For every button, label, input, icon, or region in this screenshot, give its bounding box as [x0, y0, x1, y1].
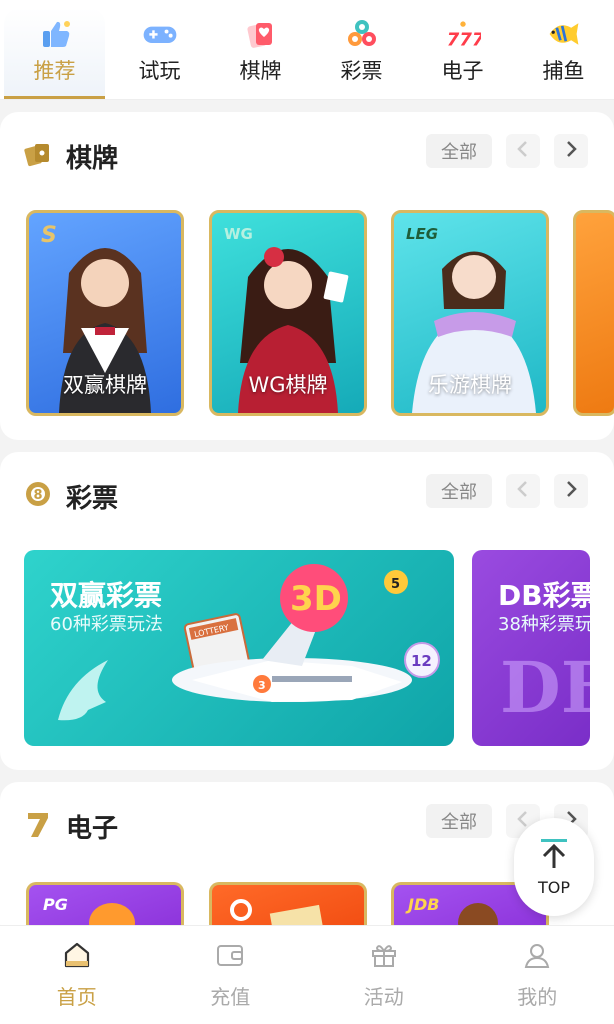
nav-activity[interactable]: 活动	[307, 926, 461, 1024]
prev-button[interactable]	[506, 474, 540, 508]
tab-label: 棋牌	[239, 59, 282, 83]
game-card-label: WG棋牌	[248, 373, 328, 397]
chevron-right-icon	[564, 140, 578, 162]
next-button[interactable]	[554, 134, 588, 168]
provider-logo: PG	[43, 895, 68, 914]
svg-text:3: 3	[258, 679, 266, 692]
game-card-shuangying[interactable]: S 双赢棋牌	[26, 210, 184, 416]
chevron-left-icon	[516, 140, 530, 162]
tab-fishing[interactable]: 捕鱼	[513, 0, 614, 99]
section-controls: 全部	[426, 474, 588, 508]
nav-label: 首页	[56, 984, 97, 1009]
lottery-8-ball-icon: 8	[24, 480, 52, 512]
svg-text:8: 8	[34, 488, 43, 503]
game-card-wg[interactable]: WG WG棋牌	[209, 210, 367, 416]
slot-777-icon: 777	[445, 19, 481, 49]
tab-recommend[interactable]: 推荐	[4, 8, 105, 99]
back-to-top-button[interactable]: TOP	[514, 818, 594, 916]
view-all-button[interactable]: 全部	[426, 804, 492, 838]
tab-label: 试玩	[138, 59, 181, 83]
lottery-banner-shuangying[interactable]: 双赢彩票 60种彩票玩法 LOTTERY 3D 5 12 3	[24, 550, 454, 746]
nav-recharge[interactable]: 充值	[154, 926, 308, 1024]
card-games-icon	[24, 140, 52, 172]
db-logo: DB	[500, 646, 590, 729]
tab-lottery[interactable]: 彩票	[311, 0, 412, 99]
bottom-navigation: 首页 充值 活动 我的	[0, 925, 614, 1024]
game-card-label: 乐游棋牌	[428, 373, 512, 397]
provider-logo: JDB	[408, 895, 440, 914]
section-header: 8 彩票	[24, 476, 118, 516]
section-lottery: 8 彩票 全部 双赢彩票 60种彩票玩法 LOTTERY 3D 5 12 3 D…	[0, 452, 614, 770]
wallet-icon	[215, 941, 245, 973]
game-card-leyou[interactable]: LEG 乐游棋牌	[391, 210, 549, 416]
thumbs-up-icon	[37, 19, 73, 49]
tab-slots[interactable]: 777 电子	[412, 0, 513, 99]
chevron-right-icon	[564, 480, 578, 502]
tab-trial[interactable]: 试玩	[109, 0, 210, 99]
nav-label: 我的	[517, 984, 558, 1009]
airplane-illustration: LOTTERY 3D 5 12 3	[172, 564, 440, 702]
view-all-button[interactable]: 全部	[426, 474, 492, 508]
banner-subtitle: 38种彩票玩法	[498, 614, 590, 635]
chevron-left-icon	[516, 480, 530, 502]
tab-cards[interactable]: 棋牌	[210, 0, 311, 99]
section-card-games: 棋牌 全部 S 双赢棋牌 WG WG棋牌 LEG 乐游棋牌	[0, 112, 614, 440]
tab-label: 捕鱼	[542, 59, 585, 83]
gamepad-icon	[142, 19, 178, 49]
nav-home[interactable]: 首页	[0, 926, 154, 1024]
back-to-top-label: TOP	[537, 877, 570, 897]
section-title: 棋牌	[66, 143, 119, 174]
section-header: 棋牌	[24, 136, 118, 176]
provider-logo-icon	[230, 899, 252, 921]
banner-subtitle: 60种彩票玩法	[50, 614, 163, 635]
game-card-partial[interactable]	[573, 210, 614, 416]
nav-label: 充值	[210, 984, 251, 1009]
section-controls: 全部	[426, 134, 588, 168]
fish-icon	[546, 19, 582, 49]
gift-icon	[369, 941, 399, 973]
prev-button[interactable]	[506, 134, 540, 168]
nav-profile[interactable]: 我的	[461, 926, 614, 1024]
cards-icon	[243, 19, 279, 49]
banner-title: DB彩票	[498, 579, 590, 612]
lottery-balls-icon	[344, 19, 380, 49]
tab-label: 推荐	[33, 59, 76, 83]
tab-label: 电子	[441, 59, 484, 83]
next-button[interactable]	[554, 474, 588, 508]
view-all-button[interactable]: 全部	[426, 134, 492, 168]
section-header: 电子	[24, 806, 118, 846]
svg-text:777: 777	[446, 30, 480, 49]
section-title: 彩票	[66, 483, 119, 514]
category-tabs: 推荐 试玩 棋牌 彩票 777 电子 捕鱼	[0, 0, 614, 100]
arrow-up-icon	[539, 838, 569, 874]
section-title: 电子	[66, 813, 119, 844]
slot-7-icon	[24, 809, 52, 843]
svg-text:3D: 3D	[290, 579, 342, 619]
svg-text:5: 5	[391, 577, 400, 592]
svg-text:12: 12	[411, 652, 432, 670]
lottery-logo-icon	[58, 660, 108, 721]
user-icon	[522, 941, 552, 973]
banner-title: 双赢彩票	[50, 579, 163, 612]
game-card-label: 双赢棋牌	[63, 373, 147, 397]
nav-label: 活动	[363, 984, 404, 1009]
lottery-banner-db[interactable]: DB彩票 38种彩票玩法 DB	[472, 550, 590, 746]
home-icon	[62, 941, 92, 973]
tab-label: 彩票	[340, 59, 383, 83]
